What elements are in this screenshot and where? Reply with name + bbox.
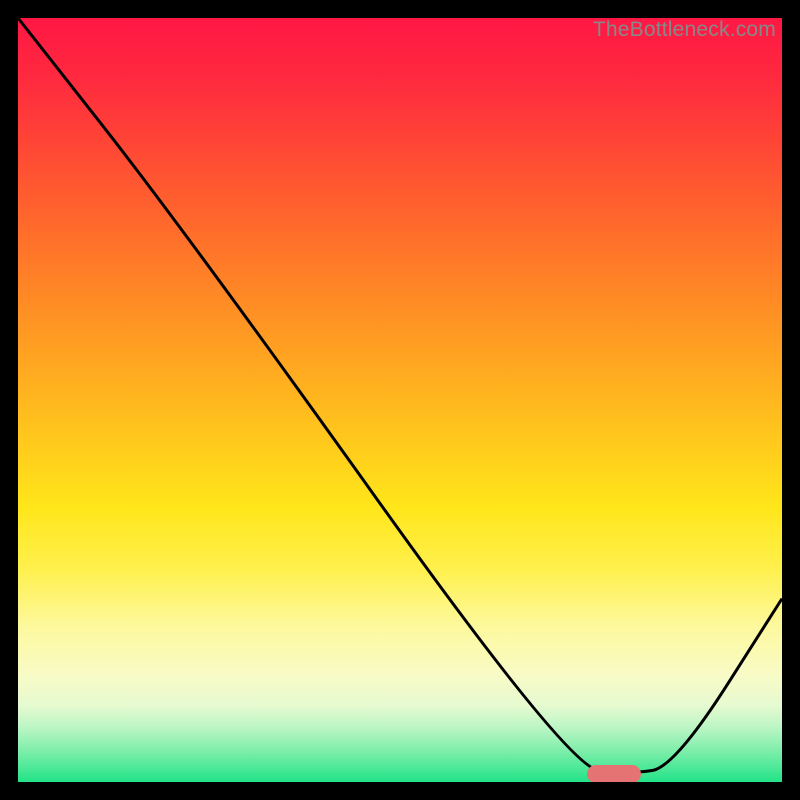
chart-frame: TheBottleneck.com [0, 0, 800, 800]
plot-area: TheBottleneck.com [18, 18, 782, 782]
watermark-text: TheBottleneck.com [593, 18, 776, 42]
bottleneck-curve [18, 18, 782, 782]
optimal-range-marker [587, 765, 641, 782]
